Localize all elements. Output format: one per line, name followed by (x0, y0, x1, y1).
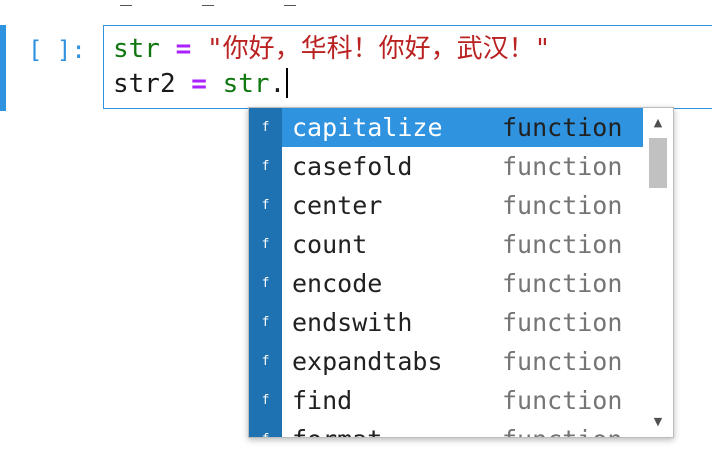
code-variable: str (113, 34, 160, 64)
completion-kind: function (502, 269, 623, 298)
autocomplete-popup[interactable]: f capitalize function f casefold function f cen… (248, 107, 674, 438)
completion-kind: function (502, 420, 622, 437)
completion-item[interactable]: fformatfunction (249, 420, 643, 437)
code-editor[interactable]: str = "你好，华科！你好，武汉！" str2 = str. (103, 25, 712, 109)
completion-kind: function (502, 347, 623, 376)
completion-type-function-icon: f (249, 108, 282, 147)
notebook-page: [ ]: str = "你好，华科！你好，武汉！" str2 = str. fc… (0, 0, 712, 476)
previous-output-fragment (120, 0, 520, 6)
completion-item[interactable]: f count function (249, 225, 643, 264)
autocomplete-scrollbar[interactable]: ▲ ▼ (643, 108, 673, 437)
code-operator: = (175, 69, 223, 99)
scrollbar-thumb[interactable] (649, 138, 667, 188)
completion-type-function-icon: f (249, 420, 282, 437)
code-object: str (222, 69, 270, 99)
code-line-2[interactable]: str2 = str. (113, 64, 289, 104)
completion-kind: function (502, 191, 623, 220)
completion-type-function-icon: f (249, 264, 282, 303)
completion-item[interactable]: f endswith function (249, 303, 643, 342)
text-cursor (286, 68, 289, 98)
code-dot: . (269, 69, 286, 99)
completion-item[interactable]: f expandtabs function (249, 342, 643, 381)
cell-prompt: [ ]: (28, 36, 86, 64)
code-line-1[interactable]: str = "你好，华科！你好，武汉！" (113, 29, 550, 69)
scroll-down-arrow-icon[interactable]: ▼ (643, 411, 673, 433)
active-cell-indicator (0, 25, 6, 111)
completion-item[interactable]: f find function (249, 381, 643, 420)
completion-item[interactable]: f capitalize function (249, 108, 643, 147)
completion-item[interactable]: f center function (249, 186, 643, 225)
completion-kind: function (502, 230, 623, 259)
completion-type-function-icon: f (249, 342, 282, 381)
completion-type-function-icon: f (249, 303, 282, 342)
code-string-literal: "你好，华科！你好，武汉！" (206, 34, 551, 64)
autocomplete-list[interactable]: f capitalize function f casefold function f cen… (249, 108, 643, 437)
completion-item[interactable]: f casefold function (249, 147, 643, 186)
completion-type-function-icon: f (249, 381, 282, 420)
completion-kind: function (502, 152, 623, 181)
completion-item[interactable]: f encode function (249, 264, 643, 303)
completion-type-function-icon: f (249, 147, 282, 186)
completion-type-function-icon: f (249, 225, 282, 264)
completion-type-function-icon: f (249, 186, 282, 225)
code-variable: str2 (113, 69, 176, 99)
scroll-up-arrow-icon[interactable]: ▲ (643, 112, 673, 134)
completion-kind: function (502, 386, 623, 415)
completion-kind: function (502, 113, 623, 142)
code-operator: = (159, 34, 207, 64)
completion-kind: function (502, 308, 623, 337)
